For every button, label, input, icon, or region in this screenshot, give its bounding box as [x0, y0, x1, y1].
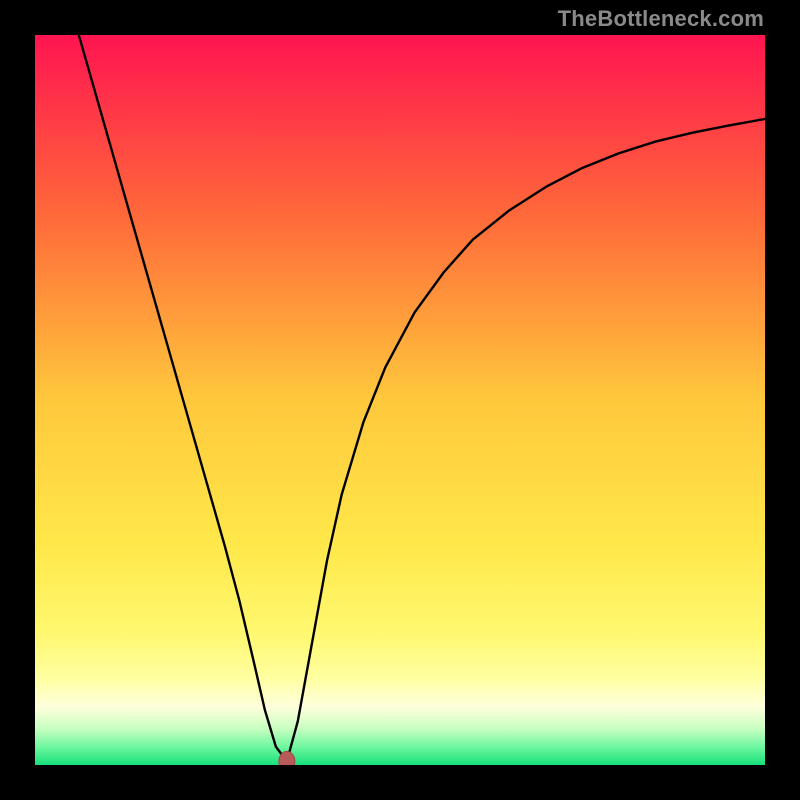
- chart-frame: TheBottleneck.com: [0, 0, 800, 800]
- plot-area: [35, 35, 765, 765]
- bottleneck-curve: [35, 35, 765, 765]
- curve-right-branch: [287, 119, 765, 761]
- curve-left-branch: [79, 35, 287, 761]
- watermark-text: TheBottleneck.com: [558, 6, 764, 32]
